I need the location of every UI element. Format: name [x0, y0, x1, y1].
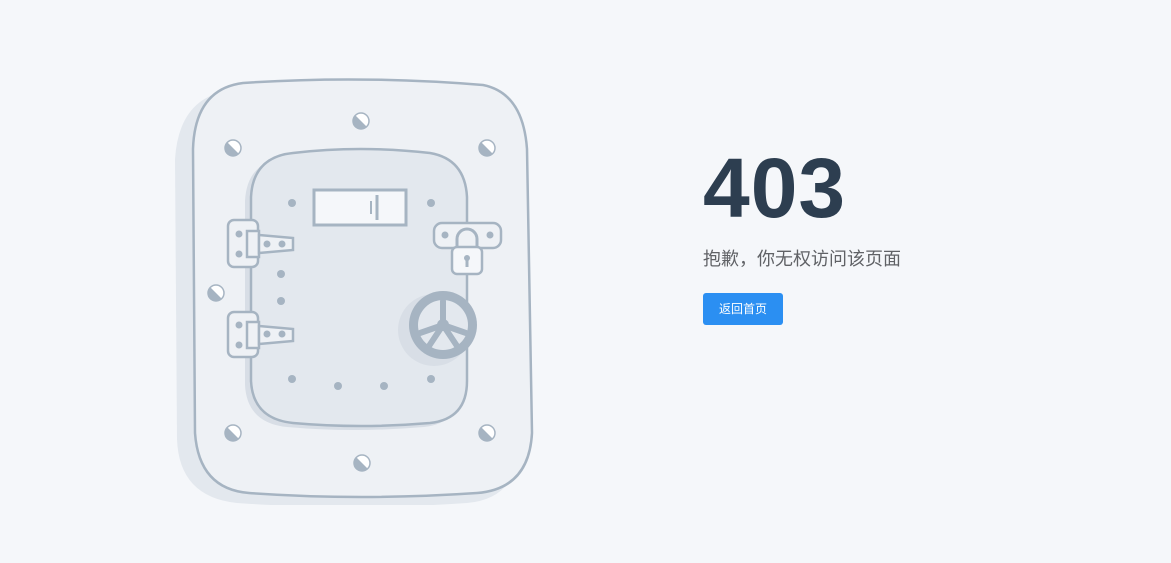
locked-vault-door-illustration: [175, 75, 540, 505]
forbidden-page: 403 抱歉，你无权访问该页面 返回首页: [0, 0, 1171, 563]
error-description: 抱歉，你无权访问该页面: [703, 249, 901, 270]
error-code: 403: [703, 141, 847, 235]
vault-door-icon: [175, 78, 534, 505]
error-message-panel: 403 抱歉，你无权访问该页面 返回首页: [703, 142, 1103, 325]
back-home-button[interactable]: 返回首页: [703, 293, 783, 325]
